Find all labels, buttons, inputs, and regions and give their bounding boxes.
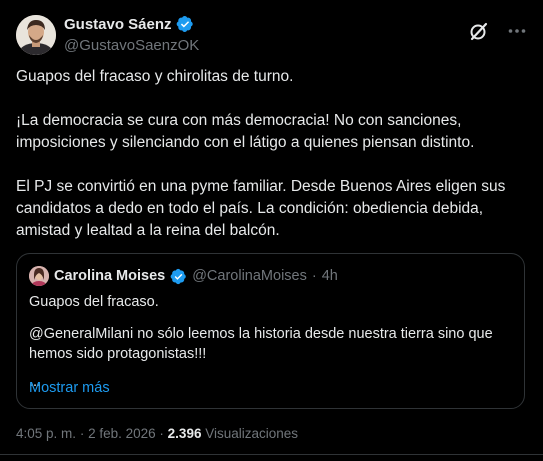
quote-author-handle: @CarolinaMoises <box>192 268 307 284</box>
tweet-paragraph: Guapos del fracaso y chirolitas de turno… <box>16 68 294 85</box>
tweet-header: Gustavo Sáenz @GustavoSaenzOK <box>16 13 527 59</box>
tweet-time[interactable]: 4:05 p. m. <box>16 426 76 441</box>
tweet-body: Guapos del fracaso y chirolitas de turno… <box>16 66 526 242</box>
quote-author-avatar <box>29 266 49 286</box>
quote-body: Guapos del fracaso. @GeneralMilani no só… <box>29 292 509 389</box>
author-name[interactable]: Gustavo Sáenz <box>64 16 172 33</box>
tweet-date[interactable]: 2 feb. 2026 <box>88 426 156 441</box>
divider <box>0 454 543 455</box>
meta-separator: · <box>79 426 85 441</box>
author-handle[interactable]: @GustavoSaenzOK <box>64 37 199 54</box>
views-label: Visualizaciones <box>205 426 299 441</box>
quote-author-name: Carolina Moises <box>54 268 166 284</box>
more-options-icon[interactable] <box>507 21 527 41</box>
quote-timestamp: 4h <box>321 268 338 284</box>
grok-icon[interactable] <box>469 21 489 41</box>
verified-badge-icon <box>176 15 193 33</box>
quote-line: Guapos del fracaso. <box>29 294 159 310</box>
tweet-paragraph: El PJ se convirtió en una pyme familiar.… <box>16 178 506 239</box>
tweet-paragraph: ¡La democracia se cura con más democraci… <box>16 112 475 151</box>
quote-meta-separator: · <box>311 268 317 284</box>
tweet-footer: 4:05 p. m. · 2 feb. 2026 · 2.396 Visuali… <box>16 426 298 441</box>
quoted-tweet[interactable]: Carolina Moises @CarolinaMoises · 4h Gua… <box>16 253 525 409</box>
author-avatar[interactable] <box>16 15 56 55</box>
meta-separator: · <box>159 426 164 441</box>
show-more-link[interactable]: Mostrar más <box>29 380 110 396</box>
quote-line: @GeneralMilani no sólo leemos la histori… <box>29 326 493 362</box>
views-count: 2.396 <box>167 426 202 441</box>
verified-badge-icon <box>170 268 186 284</box>
